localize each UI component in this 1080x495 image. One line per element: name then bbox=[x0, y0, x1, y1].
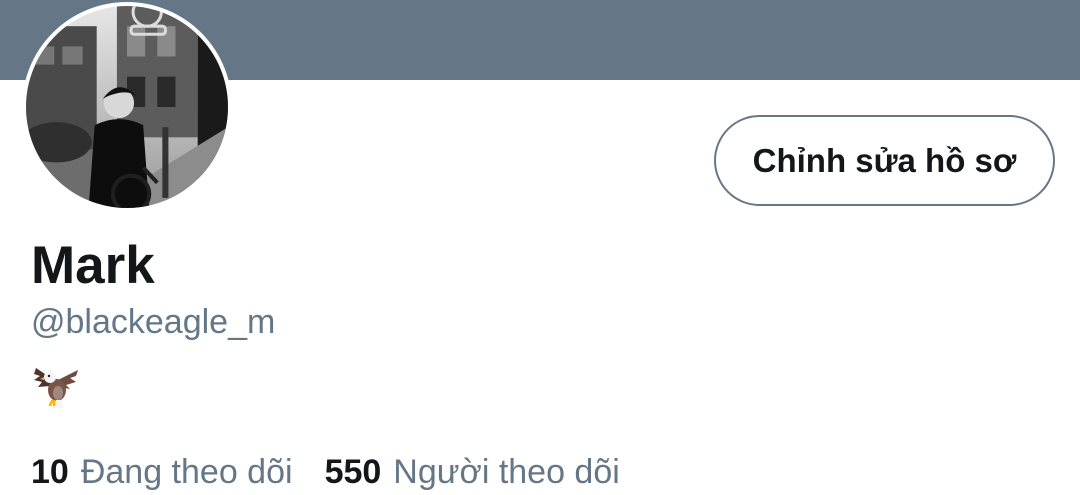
profile-handle: @blackeagle_m bbox=[31, 303, 276, 341]
edit-profile-button[interactable]: Chỉnh sửa hồ sơ bbox=[714, 115, 1055, 206]
followers-count: 550 bbox=[324, 453, 382, 491]
display-name: Mark bbox=[31, 236, 155, 295]
following-stat[interactable]: 10 Đang theo dõi bbox=[31, 451, 293, 493]
eagle-icon bbox=[30, 360, 82, 412]
profile-stats: 10 Đang theo dõi 550 Người theo dõi bbox=[31, 451, 620, 493]
profile-screen: Chỉnh sửa hồ sơ Mark @blackeagle_m 10 Đa… bbox=[0, 0, 1080, 495]
avatar[interactable] bbox=[22, 2, 232, 212]
followers-label: Người theo dõi bbox=[393, 453, 620, 491]
avatar-photo bbox=[26, 6, 228, 208]
following-label: Đang theo dõi bbox=[80, 453, 293, 491]
followers-stat[interactable]: 550 Người theo dõi bbox=[325, 451, 620, 493]
following-count: 10 bbox=[31, 453, 69, 491]
